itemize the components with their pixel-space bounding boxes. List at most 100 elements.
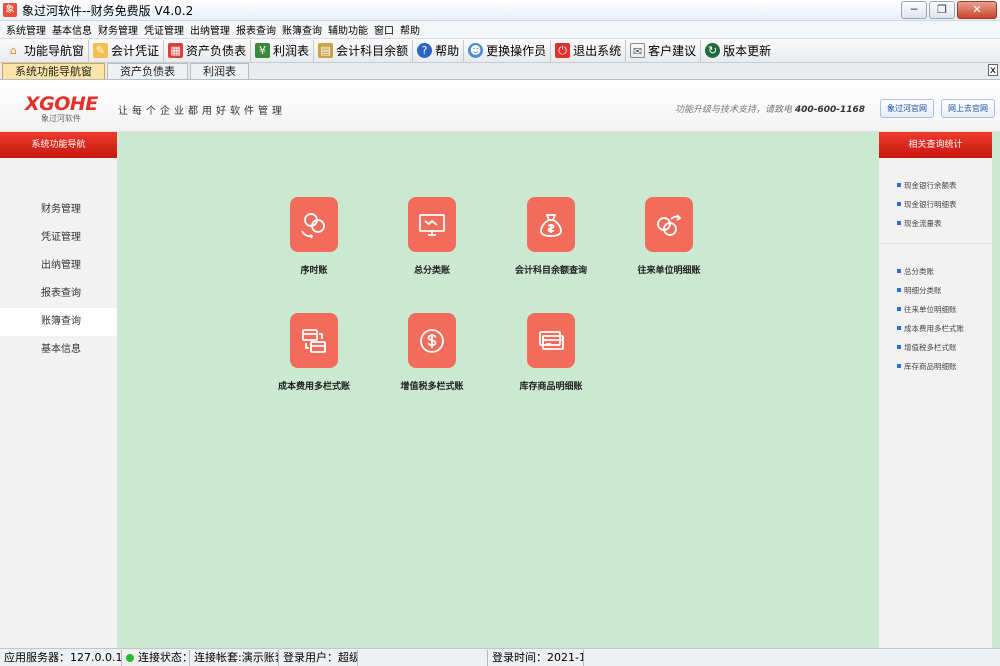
nav-item-voucher[interactable]: 凭证管理	[0, 224, 117, 252]
home-icon: ⌂	[10, 44, 17, 57]
toolbar-exit-button[interactable]: ⏻ 退出系统	[551, 39, 627, 62]
menu-tools[interactable]: 辅助功能	[325, 22, 371, 37]
menu-voucher[interactable]: 凭证管理	[141, 22, 187, 37]
link-label: 现金流量表	[904, 219, 942, 228]
toolbar-label: 客户建议	[648, 44, 697, 58]
link-cash-bank-detail[interactable]: 现金银行明细表	[879, 195, 992, 214]
menu-finance[interactable]: 财务管理	[95, 22, 141, 37]
toolbar-label: 资产负债表	[186, 44, 247, 58]
minimize-icon[interactable]: ─	[901, 1, 927, 19]
toolbar-update-button[interactable]: ↻ 版本更新	[701, 40, 775, 62]
toolbar-switch-user-button[interactable]: ☻ 更换操作员	[464, 39, 552, 62]
update-icon: ↻	[705, 43, 721, 58]
balance-sheet-icon: ▦	[168, 43, 184, 58]
menu-bar: 系统管理 基本信息 财务管理 凭证管理 出纳管理 报表查询 账簿查询 辅助功能 …	[0, 21, 1000, 39]
tab-profit-statement[interactable]: 利润表	[190, 63, 249, 79]
brand-subtitle: 象过河软件	[41, 114, 81, 123]
support-text: 功能升级与技术支持，请致电 400-600-1168	[650, 102, 865, 115]
right-edge-strip	[992, 132, 1000, 648]
main-content: 序时账 总分类账 会计科目余额查询 往来单位明细账 成本费用多栏式账 增值税多栏…	[117, 132, 879, 648]
menu-ledger[interactable]: 账簿查询	[279, 22, 325, 37]
toolbar-balance-sheet-button[interactable]: ▦ 资产负债表	[164, 39, 252, 62]
left-nav-header: 系统功能导航	[0, 132, 117, 158]
toolbar-nav-button[interactable]: ⌂ 功能导航窗	[2, 39, 90, 62]
tile-label: 往来单位明细账	[637, 266, 701, 276]
support-label: 功能升级与技术支持，请致电	[675, 105, 793, 115]
link-label: 现金银行余额表	[904, 181, 957, 190]
tile-partner-ledger[interactable]: 往来单位明细账	[599, 197, 739, 276]
exit-icon: ⏻	[555, 43, 571, 58]
status-login-time: 登录时间：2021-12-	[488, 649, 584, 666]
nav-item-reports[interactable]: 报表查询	[0, 280, 117, 308]
tab-close-icon[interactable]: x	[988, 64, 998, 76]
restore-icon[interactable]: ❐	[929, 1, 955, 19]
money-transfer-icon	[645, 197, 693, 252]
toolbar-ledger-button[interactable]: ▤ 会计科目余额	[314, 39, 414, 62]
link-cash-flow[interactable]: 现金流量表	[879, 214, 992, 233]
menu-help[interactable]: 帮助	[397, 22, 423, 37]
nav-item-cashier[interactable]: 出纳管理	[0, 252, 117, 280]
dollar-coin-icon	[408, 313, 456, 368]
close-icon[interactable]: ✕	[957, 1, 997, 19]
link-general-ledger[interactable]: 总分类账	[879, 262, 992, 281]
voucher-icon: ✎	[93, 43, 109, 58]
toolbar: ⌂ 功能导航窗 ✎ 会计凭证 ▦ 资产负债表 ¥ 利润表 ▤ 会计科目余额 ? …	[0, 39, 1000, 63]
tile-label: 库存商品明细账	[519, 382, 583, 392]
money-exchange-icon	[290, 197, 338, 252]
connection-status-icon	[126, 653, 134, 662]
menu-reports[interactable]: 报表查询	[233, 22, 279, 37]
window-controls: ─ ❐ ✕	[901, 1, 997, 19]
money-bag-icon	[527, 197, 575, 252]
link-label: 现金银行明细表	[904, 200, 957, 209]
tile-inventory-ledger[interactable]: 库存商品明细账	[481, 313, 621, 392]
support-phone: 400-600-1168	[794, 105, 865, 115]
menu-window[interactable]: 窗口	[371, 22, 397, 37]
link-label: 明细分类账	[904, 286, 942, 295]
menu-system[interactable]: 系统管理	[3, 22, 49, 37]
nav-item-ledger[interactable]: 账簿查询	[0, 308, 117, 336]
link-partner-ledger[interactable]: 往来单位明细账	[879, 300, 992, 319]
menu-cashier[interactable]: 出纳管理	[187, 22, 233, 37]
tab-balance-sheet[interactable]: 资产负债表	[107, 63, 188, 79]
link-label: 增值税多栏式账	[904, 343, 957, 352]
link-vat-ledger[interactable]: 增值税多栏式账	[879, 338, 992, 357]
link-detail-ledger[interactable]: 明细分类账	[879, 281, 992, 300]
toolbar-label: 更换操作员	[486, 44, 547, 58]
nav-item-finance[interactable]: 财务管理	[0, 196, 117, 224]
link-label: 库存商品明细账	[904, 362, 957, 371]
ledger-icon: ▤	[318, 43, 334, 58]
help-icon: ?	[417, 43, 433, 58]
left-nav-list: 财务管理 凭证管理 出纳管理 报表查询 账簿查询 基本信息	[0, 158, 117, 364]
status-user: 登录用户：超级用	[279, 649, 358, 666]
online-site-button[interactable]: 网上去官网	[941, 99, 995, 118]
status-server: 应用服务器：127.0.0.1:80	[0, 649, 122, 666]
link-cost-ledger[interactable]: 成本费用多栏式账	[879, 319, 992, 338]
brand-slogan: 让每个企业都用好软件管理	[118, 106, 286, 117]
link-cash-bank-balance[interactable]: 现金银行余额表	[879, 176, 992, 195]
toolbar-voucher-button[interactable]: ✎ 会计凭证	[89, 39, 165, 62]
profit-icon: ¥	[255, 43, 271, 58]
header-banner: XGOHE 象过河软件 让每个企业都用好软件管理 功能升级与技术支持，请致电 4…	[0, 80, 1000, 132]
link-label: 总分类账	[904, 267, 934, 276]
switch-user-icon: ☻	[468, 43, 484, 58]
toolbar-help-button[interactable]: ? 帮助	[413, 39, 465, 62]
toolbar-profit-button[interactable]: ¥ 利润表	[251, 39, 315, 62]
official-site-button[interactable]: 象过河官网	[880, 99, 934, 118]
right-panel: 相关查询统计 现金银行余额表 现金银行明细表 现金流量表 总分类账 明细分类账 …	[879, 132, 992, 648]
toolbar-label: 利润表	[273, 44, 310, 58]
status-connection-label: 连接状态：	[138, 650, 190, 664]
link-label: 往来单位明细账	[904, 305, 957, 314]
status-connection: 连接状态：	[122, 649, 190, 666]
status-account: 连接帐套:演示账套	[190, 649, 279, 666]
toolbar-label: 功能导航窗	[24, 44, 85, 58]
toolbar-label: 帮助	[435, 44, 460, 58]
right-panel-group-ledgers: 总分类账 明细分类账 往来单位明细账 成本费用多栏式账 增值税多栏式账 库存商品…	[879, 244, 992, 386]
tab-nav-window[interactable]: 系统功能导航窗	[2, 63, 105, 79]
status-bar: 应用服务器：127.0.0.1:80 连接状态： 连接帐套:演示账套 登录用户：…	[0, 648, 1000, 666]
feedback-icon: ✉	[630, 43, 646, 58]
toolbar-feedback-button[interactable]: ✉ 客户建议	[626, 39, 702, 62]
document-tabs: 系统功能导航窗 资产负债表 利润表 x	[0, 63, 1000, 80]
link-inventory-ledger[interactable]: 库存商品明细账	[879, 357, 992, 376]
nav-item-basic-info[interactable]: 基本信息	[0, 336, 117, 364]
menu-basic-info[interactable]: 基本信息	[49, 22, 95, 37]
